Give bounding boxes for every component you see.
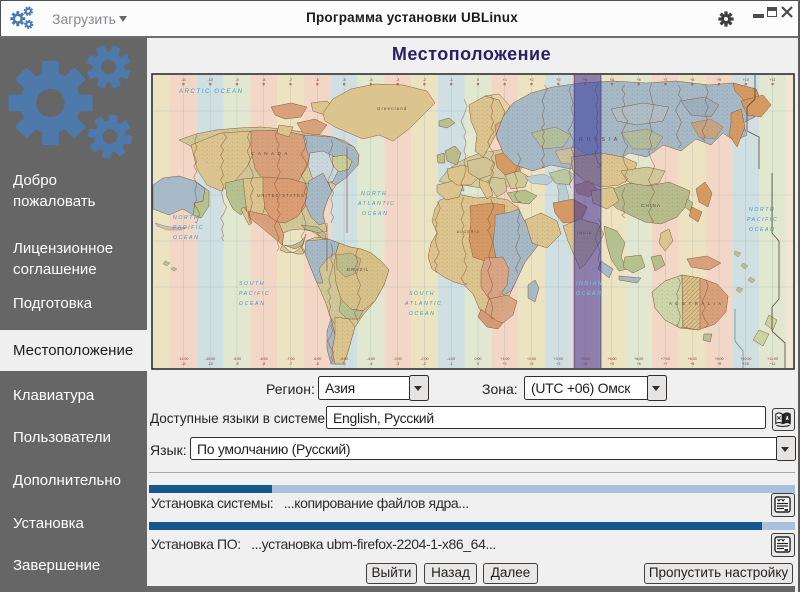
svg-text:-11: -11 <box>181 362 186 366</box>
svg-text:+7:00: +7:00 <box>661 357 670 361</box>
svg-text:+11: +11 <box>770 78 776 82</box>
svg-text:+2:00: +2:00 <box>527 357 536 361</box>
svg-text:-8: -8 <box>262 78 265 82</box>
svg-text:-1: -1 <box>450 362 453 366</box>
svg-text:0:00: 0:00 <box>475 357 482 361</box>
svg-text:+3: +3 <box>556 78 560 82</box>
svg-text:OCEAN: OCEAN <box>173 235 199 241</box>
svg-text:ARCTIC OCEAN: ARCTIC OCEAN <box>178 89 244 95</box>
svg-text:+8: +8 <box>690 362 694 366</box>
svg-text:A U S T R A L I A: A U S T R A L I A <box>669 301 722 306</box>
svg-text:-6: -6 <box>316 78 319 82</box>
svg-text:+1: +1 <box>503 78 507 82</box>
svg-text:+2: +2 <box>529 78 533 82</box>
svg-text:+4:00: +4:00 <box>581 357 590 361</box>
svg-text:SOUTH: SOUTH <box>239 281 265 287</box>
svg-text:SOUTH: SOUTH <box>409 291 435 297</box>
svg-text:-6:00: -6:00 <box>313 357 321 361</box>
svg-text:+10: +10 <box>743 78 749 82</box>
svg-text:+6:00: +6:00 <box>634 357 643 361</box>
svg-text:+7: +7 <box>663 78 667 82</box>
svg-text:-11:00: -11:00 <box>178 357 188 361</box>
svg-text:+6: +6 <box>637 362 641 366</box>
svg-text:-3: -3 <box>396 362 399 366</box>
svg-text:+5: +5 <box>610 362 614 366</box>
svg-text:+10: +10 <box>743 362 749 366</box>
svg-text:+3:00: +3:00 <box>554 357 563 361</box>
svg-text:-4: -4 <box>369 78 372 82</box>
svg-text:-6: -6 <box>316 362 319 366</box>
svg-text:-7: -7 <box>289 362 292 366</box>
svg-text:+5: +5 <box>610 78 614 82</box>
svg-text:+10:00: +10:00 <box>740 357 751 361</box>
svg-text:+9: +9 <box>717 78 721 82</box>
svg-text:OCEAN: OCEAN <box>409 311 435 317</box>
svg-text:PACIFIC: PACIFIC <box>173 225 204 231</box>
svg-text:+2: +2 <box>529 362 533 366</box>
svg-text:-2:00: -2:00 <box>420 357 428 361</box>
svg-text:Greenland: Greenland <box>377 106 407 111</box>
svg-text:-8: -8 <box>262 362 265 366</box>
svg-text:-4: -4 <box>369 362 372 366</box>
svg-text:ATLANTIC: ATLANTIC <box>404 301 443 307</box>
svg-text:+8: +8 <box>690 78 694 82</box>
svg-text:-2: -2 <box>423 362 426 366</box>
svg-text:OCEAN: OCEAN <box>362 211 388 217</box>
svg-text:+11: +11 <box>770 362 776 366</box>
svg-text:-3: -3 <box>396 78 399 82</box>
svg-text:+1: +1 <box>503 362 507 366</box>
svg-text:-1: -1 <box>450 78 453 82</box>
svg-text:NORTH: NORTH <box>173 215 199 221</box>
svg-text:+1:00: +1:00 <box>500 357 509 361</box>
svg-text:-7:00: -7:00 <box>286 357 294 361</box>
svg-text:OCEAN: OCEAN <box>749 227 775 233</box>
svg-text:C A N A D A: C A N A D A <box>251 151 288 156</box>
svg-text:PACIFIC: PACIFIC <box>747 217 778 223</box>
svg-text:-5: -5 <box>342 362 345 366</box>
svg-text:UNITED STATES: UNITED STATES <box>257 193 305 198</box>
svg-text:0: 0 <box>477 362 479 366</box>
svg-text:NORTH: NORTH <box>361 191 387 197</box>
svg-text:-5: -5 <box>342 78 345 82</box>
svg-text:OCEAN: OCEAN <box>576 291 602 297</box>
svg-text:-9: -9 <box>235 362 238 366</box>
svg-text:+9:00: +9:00 <box>714 357 723 361</box>
svg-text:-7: -7 <box>289 78 292 82</box>
svg-text:BRAZIL: BRAZIL <box>347 267 370 272</box>
svg-text:INDIAN: INDIAN <box>576 281 603 287</box>
svg-text:-10:00: -10:00 <box>205 357 215 361</box>
svg-text:CHINA: CHINA <box>641 203 661 208</box>
svg-text:ALGERIA: ALGERIA <box>457 230 480 234</box>
svg-text:+7: +7 <box>663 362 667 366</box>
svg-text:-9:00: -9:00 <box>233 357 241 361</box>
svg-text:-2: -2 <box>423 78 426 82</box>
svg-text:-5:00: -5:00 <box>340 357 348 361</box>
svg-text:OCEAN: OCEAN <box>239 301 265 307</box>
svg-text:0: 0 <box>477 78 479 82</box>
svg-text:+9: +9 <box>717 362 721 366</box>
svg-text:-10: -10 <box>207 78 213 82</box>
svg-text:+4: +4 <box>583 78 587 82</box>
svg-text:+5:00: +5:00 <box>607 357 616 361</box>
svg-text:+3: +3 <box>556 362 560 366</box>
svg-text:R U S S I A: R U S S I A <box>579 137 618 143</box>
svg-text:+6: +6 <box>637 78 641 82</box>
svg-text:INDIA: INDIA <box>577 231 593 235</box>
svg-text:-3:00: -3:00 <box>393 357 401 361</box>
svg-text:-11: -11 <box>181 78 186 82</box>
svg-text:-8:00: -8:00 <box>260 357 268 361</box>
svg-text:-1:00: -1:00 <box>447 357 455 361</box>
svg-text:-10: -10 <box>208 362 213 366</box>
svg-text:+11:00: +11:00 <box>767 357 778 361</box>
svg-text:+4: +4 <box>583 362 587 366</box>
svg-text:NORTH: NORTH <box>749 207 775 213</box>
svg-text:+8:00: +8:00 <box>688 357 697 361</box>
svg-text:-4:00: -4:00 <box>367 357 375 361</box>
svg-text:-9: -9 <box>235 78 238 82</box>
svg-text:PACIFIC: PACIFIC <box>239 291 270 297</box>
svg-text:ATLANTIC: ATLANTIC <box>357 201 396 207</box>
